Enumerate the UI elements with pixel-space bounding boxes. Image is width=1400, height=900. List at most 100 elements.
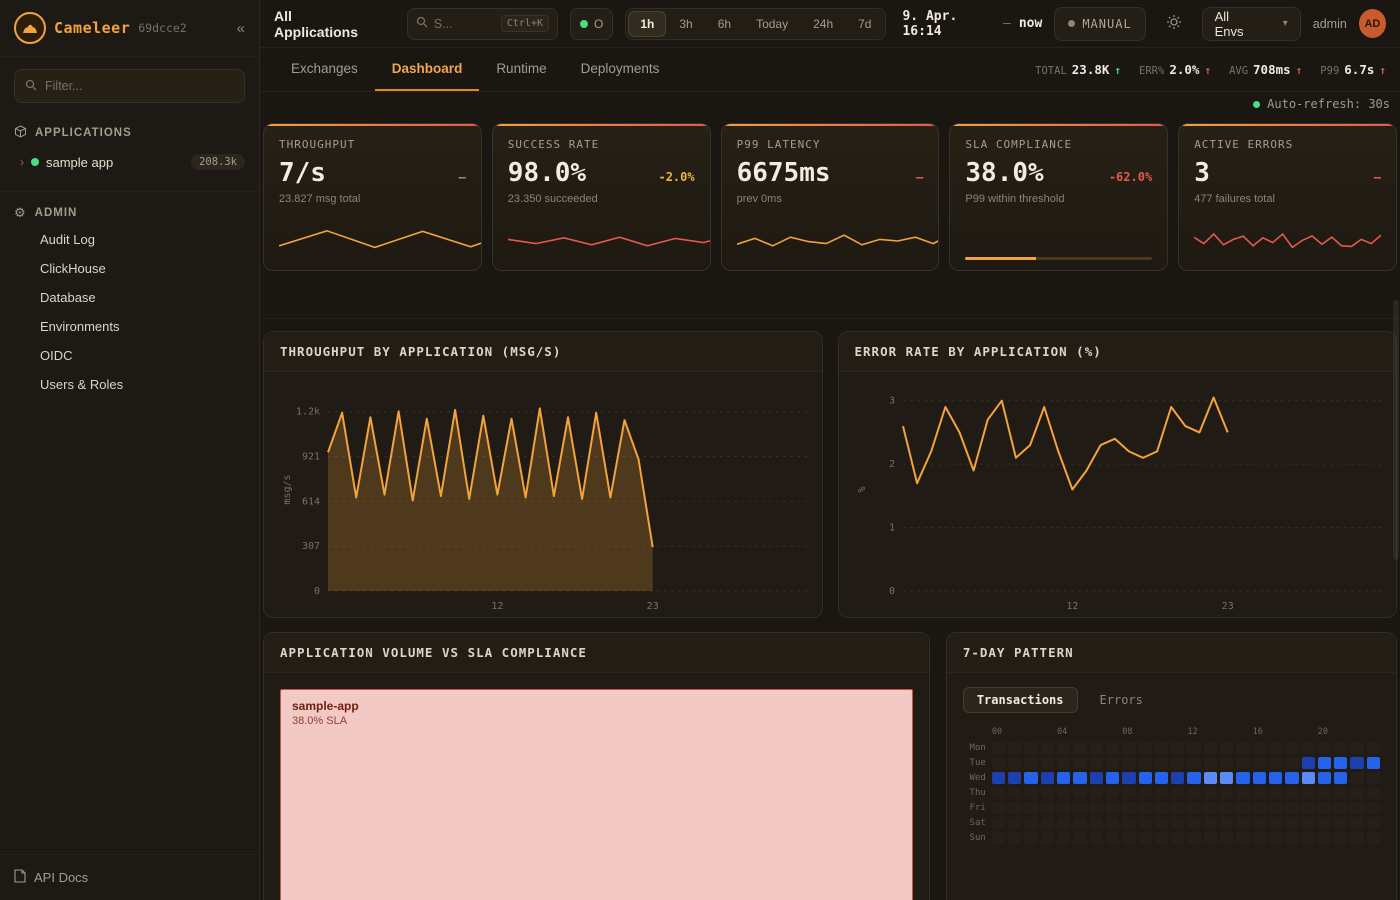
scrollbar[interactable] <box>1393 300 1399 560</box>
env-select[interactable]: All Envs ▾ <box>1202 7 1301 41</box>
heatmap-cell <box>1041 757 1054 769</box>
heatmap-cell <box>1220 802 1233 814</box>
heatmap-cell <box>1187 817 1200 829</box>
stat-label: AVG <box>1229 65 1248 77</box>
heatmap-cell <box>1236 802 1249 814</box>
heatmap-cell <box>1220 787 1233 799</box>
svg-text:0: 0 <box>314 586 320 597</box>
svg-text:23: 23 <box>1221 601 1233 612</box>
heatmap-cell <box>1171 772 1184 784</box>
heatmap-cell <box>1285 817 1298 829</box>
tab-exchanges[interactable]: Exchanges <box>274 48 375 91</box>
tab-runtime[interactable]: Runtime <box>479 48 563 91</box>
toggle-transactions[interactable]: Transactions <box>963 687 1078 713</box>
gear-icon: ⚙ <box>14 206 27 219</box>
time-range-7d[interactable]: 7d <box>846 11 883 37</box>
sidebar-item-sample-app[interactable]: › sample app 208.3k <box>0 147 259 177</box>
charts-row: THROUGHPUT BY APPLICATION (MSG/S) 030761… <box>263 331 1397 618</box>
heatmap-hour-label <box>1350 727 1363 739</box>
sidebar-item-users-roles[interactable]: Users & Roles <box>0 370 259 399</box>
time-range-24h[interactable]: 24h <box>801 11 845 37</box>
app-item-label: sample app <box>46 155 113 170</box>
theme-toggle-button[interactable] <box>1158 7 1190 41</box>
svg-text:%: % <box>857 486 868 492</box>
sidebar-filter-box[interactable] <box>14 69 245 103</box>
tab-deployments[interactable]: Deployments <box>564 48 677 91</box>
chevron-down-icon: ▾ <box>1283 18 1288 29</box>
heatmap-cell <box>1139 787 1152 799</box>
treemap-node-sample-app[interactable]: sample-app 38.0% SLA <box>280 689 913 900</box>
stat-label: TOTAL <box>1035 65 1067 77</box>
heatmap-hour-label <box>1269 727 1282 739</box>
heatmap-cell <box>1204 742 1217 754</box>
heatmap-cell <box>1253 742 1266 754</box>
toggle-errors[interactable]: Errors <box>1086 687 1157 713</box>
sidebar-item-oidc[interactable]: OIDC <box>0 341 259 370</box>
online-indicator[interactable]: O <box>570 8 613 40</box>
heatmap-cell <box>1350 787 1363 799</box>
heatmap-cell <box>1236 832 1249 844</box>
tab-dashboard[interactable]: Dashboard <box>375 48 480 91</box>
sidebar-item-audit-log[interactable]: Audit Log <box>0 225 259 254</box>
heatmap-cell <box>1220 817 1233 829</box>
heatmap-hour-label <box>1285 727 1298 739</box>
heatmap-cell <box>1171 787 1184 799</box>
global-search-input[interactable] <box>434 17 495 31</box>
heatmap-cell <box>1155 787 1168 799</box>
kpi-subtitle: 23.827 msg total <box>279 193 466 205</box>
heatmap-cell <box>1187 742 1200 754</box>
heatmap-hour-label: 00 <box>992 727 1005 739</box>
sidebar-item-environments[interactable]: Environments <box>0 312 259 341</box>
svg-text:921: 921 <box>302 451 320 462</box>
heatmap-hour-label <box>1236 727 1249 739</box>
online-dot <box>580 20 588 28</box>
dashboard-content: THROUGHPUT7/s–23.827 msg totalSUCCESS RA… <box>260 111 1400 900</box>
avatar[interactable]: AD <box>1359 9 1386 38</box>
heatmap-cell <box>1350 832 1363 844</box>
heatmap-hour-label <box>1334 727 1347 739</box>
heatmap-cell <box>1350 817 1363 829</box>
heatmap-hour-label <box>1155 727 1168 739</box>
sidebar-item-database[interactable]: Database <box>0 283 259 312</box>
sidebar-collapse-button[interactable]: « <box>237 20 245 37</box>
heatmap-cell <box>1041 832 1054 844</box>
heatmap-cell <box>1285 772 1298 784</box>
heatmap-cell <box>992 817 1005 829</box>
heatmap-day-label: Sat <box>963 818 989 828</box>
time-range-6h[interactable]: 6h <box>706 11 743 37</box>
app-root: Cameleer 69dcce2 « APPLICATIONS › sample… <box>0 0 1400 900</box>
time-range-1h[interactable]: 1h <box>628 11 666 37</box>
admin-nav: Audit LogClickHouseDatabaseEnvironmentsO… <box>0 225 259 399</box>
svg-text:0: 0 <box>888 586 894 597</box>
heatmap-cell <box>1106 787 1119 799</box>
heatmap-cell <box>1204 832 1217 844</box>
online-label: O <box>594 17 603 31</box>
kpi-row: THROUGHPUT7/s–23.827 msg totalSUCCESS RA… <box>263 123 1397 271</box>
heatmap-cell <box>1367 802 1380 814</box>
api-docs-link[interactable]: API Docs <box>0 854 259 900</box>
heatmap-cell <box>1041 772 1054 784</box>
sidebar-item-clickhouse[interactable]: ClickHouse <box>0 254 259 283</box>
kpi-title: SUCCESS RATE <box>508 138 695 151</box>
global-search-box[interactable]: Ctrl+K <box>407 8 558 40</box>
heatmap-cell <box>1073 817 1086 829</box>
heatmap-cell <box>1253 832 1266 844</box>
heatmap-cell <box>1367 817 1380 829</box>
heatmap-cell <box>1073 787 1086 799</box>
manual-label: MANUAL <box>1082 17 1131 31</box>
manual-dot-icon <box>1068 20 1075 27</box>
time-from: 9. Apr. 16:14 <box>902 9 995 39</box>
manual-refresh-button[interactable]: MANUAL <box>1054 7 1145 41</box>
heatmap-cell <box>1367 742 1380 754</box>
tabbar: ExchangesDashboardRuntimeDeployments TOT… <box>260 48 1400 92</box>
heatmap-cell <box>1187 802 1200 814</box>
filter-input[interactable] <box>45 79 234 93</box>
heatmap-cell <box>1302 832 1315 844</box>
time-range-3h[interactable]: 3h <box>667 11 704 37</box>
volume-sla-card: APPLICATION VOLUME VS SLA COMPLIANCE sam… <box>263 632 930 900</box>
heatmap-cell <box>1253 817 1266 829</box>
time-range-today[interactable]: Today <box>744 11 800 37</box>
heatmap-cell <box>1106 757 1119 769</box>
heatmap-cell <box>1008 757 1021 769</box>
heatmap-hour-label <box>1090 727 1103 739</box>
